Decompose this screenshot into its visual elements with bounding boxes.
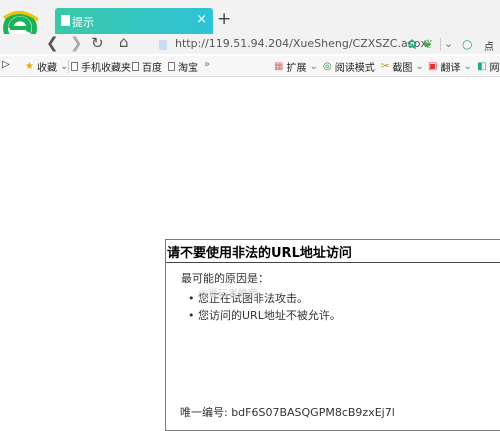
- error-panel: [165, 239, 500, 431]
- page-icon: [71, 62, 78, 71]
- page-icon: [168, 62, 175, 71]
- taobao-link[interactable]: 淘宝: [168, 59, 198, 74]
- more-tools-label: 网: [489, 63, 500, 74]
- reason-label: 最可能的原因是：: [181, 272, 269, 285]
- tab-title: 提示: [72, 16, 94, 29]
- baidu-link[interactable]: 百度: [132, 59, 162, 74]
- baidu-label: 百度: [142, 63, 162, 74]
- favorites-button[interactable]: ★ 收藏 ⌄: [25, 59, 68, 74]
- bullet-icon: •: [188, 292, 198, 305]
- url-text[interactable]: http://119.51.94.204/XueSheng/CZXSZC.asp…: [175, 37, 427, 50]
- grid-icon: ▦: [274, 61, 284, 72]
- more-tools-button[interactable]: ◧ 网: [477, 59, 499, 74]
- leaf-icon[interactable]: ❦: [423, 37, 433, 51]
- toolbar-divider: [440, 38, 441, 51]
- forward-icon[interactable]: ❯: [70, 34, 83, 52]
- reason-item: • 您访问的URL地址不被允许。: [188, 309, 341, 322]
- title-divider: [166, 262, 500, 263]
- bullet-icon: •: [188, 309, 198, 322]
- search-engine-icon[interactable]: ○: [462, 37, 472, 51]
- page-icon: [132, 62, 139, 71]
- extension-icon[interactable]: ✿: [407, 37, 417, 51]
- mobile-favorites-label: 手机收藏夹: [81, 63, 131, 74]
- taobao-label: 淘宝: [178, 63, 198, 74]
- error-title: 请不要使用非法的URL地址访问: [167, 246, 352, 261]
- screenshot-button[interactable]: ✂ 截图 ⌄: [381, 59, 424, 74]
- favorites-label: 收藏: [36, 63, 57, 74]
- tool-icon: ◧: [477, 61, 487, 72]
- back-icon[interactable]: ❮: [46, 34, 59, 52]
- more-favorites-icon[interactable]: »: [204, 59, 210, 70]
- chevron-down-icon[interactable]: ⌄: [444, 37, 453, 50]
- reader-mode-label: 阅读模式: [334, 63, 375, 74]
- translate-label: 翻译: [440, 63, 461, 74]
- translate-button[interactable]: ▣ 翻译 ⌄: [428, 59, 472, 74]
- scissors-icon: ✂: [381, 61, 390, 72]
- home-icon[interactable]: ⌂: [119, 33, 129, 51]
- chevron-down-icon: ⌄: [309, 61, 318, 72]
- extensions-button[interactable]: ▦ 扩展 ⌄: [274, 59, 318, 74]
- page-icon: [61, 15, 70, 26]
- browser-tab[interactable]: 提示 ×: [55, 8, 213, 34]
- mobile-favorites-link[interactable]: 手机收藏夹: [71, 59, 131, 74]
- unique-id: 唯一编号: bdF6S07BASQGPM8cB9zxEj7l: [180, 406, 395, 419]
- screenshot-label: 截图: [392, 63, 413, 74]
- new-tab-button[interactable]: +: [217, 9, 231, 29]
- reload-icon[interactable]: ↻: [91, 34, 104, 52]
- translate-icon: ▣: [428, 61, 438, 72]
- chevron-down-icon: ⌄: [415, 61, 424, 72]
- sidebar-toggle-icon[interactable]: ▷: [2, 59, 10, 70]
- divider: [68, 60, 69, 73]
- watermark: @爱玩者推荐: [198, 289, 258, 300]
- reader-icon: ◎: [323, 61, 332, 72]
- site-info-icon[interactable]: [159, 40, 167, 50]
- extensions-label: 扩展: [286, 63, 307, 74]
- reader-mode-button[interactable]: ◎ 阅读模式: [323, 59, 375, 74]
- star-icon: ★: [25, 61, 34, 72]
- chevron-down-icon: ⌄: [463, 61, 472, 72]
- tab-close-icon[interactable]: ×: [196, 12, 207, 27]
